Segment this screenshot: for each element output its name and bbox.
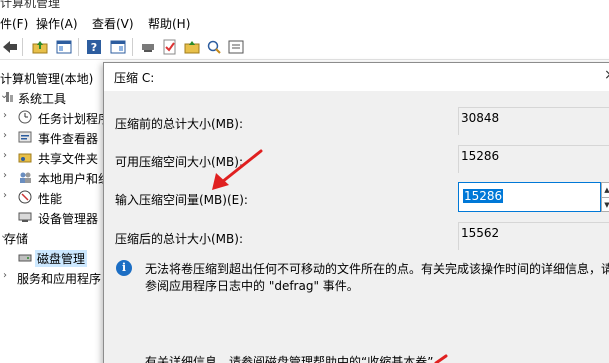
tree-item-event-viewer[interactable]: › 事件查看器 bbox=[0, 127, 110, 147]
shrink-amount-stepper[interactable]: ▲ ▼ bbox=[601, 182, 609, 212]
close-icon[interactable]: × bbox=[604, 67, 609, 83]
tree-item-label: 存储 bbox=[4, 232, 29, 246]
help-icon[interactable]: ? bbox=[84, 38, 104, 56]
tree-item-label: 服务和应用程序 bbox=[17, 272, 102, 286]
chevron-right-icon[interactable]: › bbox=[3, 150, 13, 161]
tree-item-label: 共享文件夹 bbox=[38, 152, 99, 166]
tree-item-label: 设备管理器 bbox=[38, 212, 99, 226]
check-icon[interactable] bbox=[160, 38, 180, 56]
shrink-amount-value: 15286 bbox=[463, 189, 504, 203]
chevron-right-icon[interactable]: › bbox=[3, 170, 13, 181]
toolbar-separator bbox=[22, 38, 23, 56]
total-before-value: 30848 bbox=[458, 107, 609, 135]
performance-icon bbox=[18, 190, 32, 204]
stepper-up-icon[interactable]: ▲ bbox=[602, 183, 609, 197]
tree-item-label: 性能 bbox=[38, 192, 63, 206]
chevron-right-icon[interactable]: › bbox=[3, 130, 13, 141]
console-tree: 计算机管理(本地) ⌄ 系统工具 › 任务计划程序 › 事件查看器 › 共享文件… bbox=[0, 62, 110, 363]
info-icon: i bbox=[116, 260, 132, 276]
window-title-strip: 计算机管理 bbox=[0, 0, 609, 8]
total-after-label: 压缩后的总计大小(MB): bbox=[115, 232, 243, 246]
properties-icon[interactable] bbox=[226, 38, 246, 56]
total-before-label: 压缩前的总计大小(MB): bbox=[115, 117, 243, 131]
info-message-line: 无法将卷压缩到超出任何不可移动的文件所在的点。有关完成该操作时间的详细信息，请 bbox=[145, 262, 609, 276]
available-space-label: 可用压缩空间大小(MB): bbox=[115, 155, 243, 169]
total-after-value: 15562 bbox=[458, 222, 609, 250]
chevron-right-icon[interactable]: › bbox=[3, 190, 13, 201]
shrink-amount-label: 输入压缩空间量(MB)(E): bbox=[115, 193, 248, 207]
disk-management-icon bbox=[18, 250, 32, 264]
tree-item-local-users[interactable]: › 本地用户和组 bbox=[0, 167, 110, 187]
folder-up-icon[interactable] bbox=[182, 38, 202, 56]
tree-item-shared-folders[interactable]: › 共享文件夹 bbox=[0, 147, 110, 167]
toolbar-separator bbox=[132, 38, 133, 56]
device-manager-icon bbox=[18, 210, 32, 224]
tree-item-label: 任务计划程序 bbox=[38, 112, 111, 126]
stepper-down-icon[interactable]: ▼ bbox=[602, 197, 609, 211]
toolbar-separator bbox=[78, 38, 79, 56]
menu-view[interactable]: 查看(V) bbox=[92, 15, 134, 32]
tree-item-disk-management[interactable]: 磁盘管理 bbox=[0, 247, 110, 267]
event-viewer-icon bbox=[18, 130, 32, 144]
toolbar: ? bbox=[0, 34, 609, 60]
tree-item-performance[interactable]: › 性能 bbox=[0, 187, 110, 207]
menu-action[interactable]: 操作(A) bbox=[36, 15, 78, 32]
dialog-title: 压缩 C: bbox=[114, 71, 155, 85]
tree-item-label: 计算机管理(本地) bbox=[0, 72, 94, 86]
tree-item-label: 本地用户和组 bbox=[38, 172, 111, 186]
shared-folders-icon bbox=[18, 150, 32, 164]
info-message-line: 参阅应用程序日志中的 "defrag" 事件。 bbox=[145, 279, 359, 293]
shrink-dialog: 压缩 C: × 压缩前的总计大小(MB): 30848 可用压缩空间大小(MB)… bbox=[103, 62, 609, 363]
console-tree-icon[interactable] bbox=[54, 38, 74, 56]
tree-item-label: 系统工具 bbox=[18, 92, 67, 106]
svg-text:?: ? bbox=[91, 41, 97, 54]
available-space-value: 15286 bbox=[458, 145, 609, 173]
tree-item-task-scheduler[interactable]: › 任务计划程序 bbox=[0, 107, 110, 127]
back-arrow-icon[interactable] bbox=[0, 38, 20, 56]
tree-item-label: 事件查看器 bbox=[38, 132, 99, 146]
window-title: 计算机管理 bbox=[0, 0, 61, 8]
tree-item-system-tools[interactable]: ⌄ 系统工具 bbox=[0, 87, 110, 107]
task-scheduler-icon bbox=[18, 110, 32, 124]
menu-file[interactable]: 件(F) bbox=[0, 15, 28, 32]
tree-item-label: 磁盘管理 bbox=[35, 250, 88, 267]
shrink-amount-input[interactable]: 15286 bbox=[458, 182, 601, 212]
local-users-icon bbox=[18, 170, 32, 184]
action-pane-icon[interactable] bbox=[108, 38, 128, 56]
help-link-text: 有关详细信息，请参阅磁盘管理帮助中的“收缩基本卷” bbox=[145, 355, 434, 363]
system-tools-icon bbox=[4, 90, 18, 104]
dialog-body: 压缩前的总计大小(MB): 30848 可用压缩空间大小(MB): 15286 … bbox=[104, 91, 609, 363]
tree-item-storage[interactable]: ⌄ 存储 bbox=[0, 227, 110, 247]
search-icon[interactable] bbox=[204, 38, 224, 56]
up-folder-icon[interactable] bbox=[30, 38, 50, 56]
tree-item-device-manager[interactable]: 设备管理器 bbox=[0, 207, 110, 227]
chevron-right-icon[interactable]: › bbox=[3, 270, 13, 281]
info-message: 无法将卷压缩到超出任何不可移动的文件所在的点。有关完成该操作时间的详细信息，请 … bbox=[145, 261, 609, 295]
tree-item-services-apps[interactable]: › 服务和应用程序 bbox=[0, 267, 110, 287]
tree-item-computer-management[interactable]: 计算机管理(本地) bbox=[0, 67, 110, 87]
menubar: 件(F) 操作(A) 查看(V) 帮助(H) bbox=[0, 10, 609, 34]
chevron-right-icon[interactable]: › bbox=[3, 110, 13, 121]
menu-help[interactable]: 帮助(H) bbox=[148, 15, 190, 32]
connect-icon[interactable] bbox=[138, 38, 158, 56]
